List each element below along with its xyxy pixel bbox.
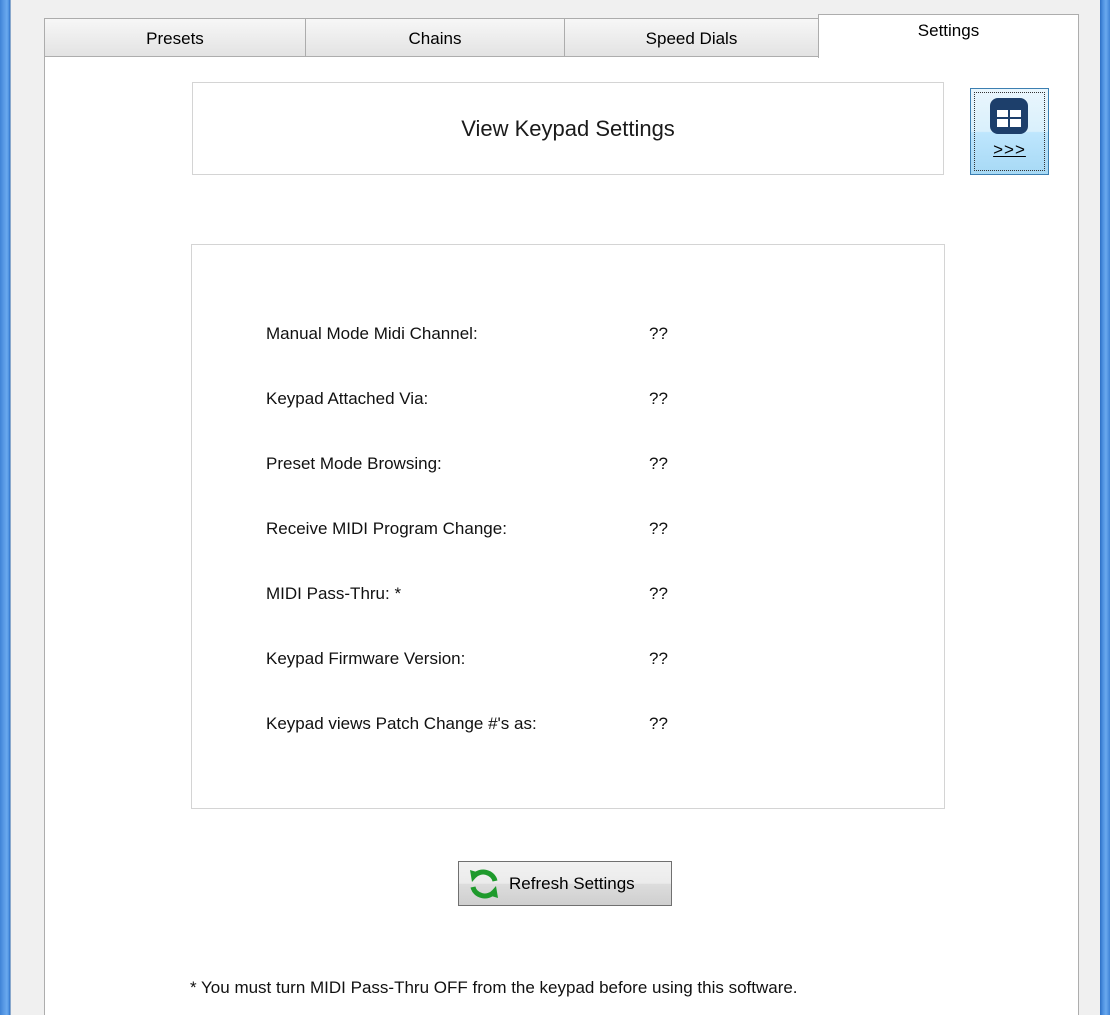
setting-label-midi-pass-thru: MIDI Pass-Thru: * bbox=[266, 584, 402, 603]
setting-value-keypad-attached-via: ?? bbox=[649, 389, 668, 408]
view-keypad-settings-header: View Keypad Settings bbox=[192, 82, 944, 175]
tab-speed-dials[interactable]: Speed Dials bbox=[564, 18, 819, 56]
refresh-icon bbox=[470, 869, 498, 898]
setting-value-patch-change-view: ?? bbox=[649, 714, 668, 733]
tab-presets[interactable]: Presets bbox=[44, 18, 306, 56]
window-frame-left bbox=[0, 0, 18, 1015]
setting-value-receive-midi-program-change: ?? bbox=[649, 519, 668, 538]
setting-label-patch-change-view: Keypad views Patch Change #'s as: bbox=[266, 714, 537, 733]
expand-view-button[interactable]: >>> bbox=[970, 88, 1049, 175]
tab-settings[interactable]: Settings bbox=[818, 14, 1079, 58]
grid-table-icon bbox=[990, 98, 1028, 134]
setting-label-keypad-firmware-version: Keypad Firmware Version: bbox=[266, 649, 466, 668]
expand-arrows-label: >>> bbox=[993, 140, 1026, 159]
setting-label-receive-midi-program-change: Receive MIDI Program Change: bbox=[266, 519, 507, 538]
page-title: View Keypad Settings bbox=[461, 115, 675, 141]
setting-label-preset-mode-browsing: Preset Mode Browsing: bbox=[266, 454, 442, 473]
setting-value-keypad-firmware-version: ?? bbox=[649, 649, 668, 668]
refresh-settings-label: Refresh Settings bbox=[509, 873, 635, 893]
window-frame-right bbox=[1094, 0, 1110, 1015]
tab-chains[interactable]: Chains bbox=[305, 18, 565, 56]
refresh-settings-button[interactable]: Refresh Settings bbox=[458, 861, 672, 906]
setting-value-midi-pass-thru: ?? bbox=[649, 584, 668, 603]
footnote-text: * You must turn MIDI Pass-Thru OFF from … bbox=[190, 978, 798, 997]
setting-label-manual-mode-midi-channel: Manual Mode Midi Channel: bbox=[266, 324, 478, 343]
setting-label-keypad-attached-via: Keypad Attached Via: bbox=[266, 389, 429, 408]
setting-value-manual-mode-midi-channel: ?? bbox=[649, 324, 668, 343]
setting-value-preset-mode-browsing: ?? bbox=[649, 454, 668, 473]
window-frame-left-edge bbox=[10, 0, 11, 1015]
